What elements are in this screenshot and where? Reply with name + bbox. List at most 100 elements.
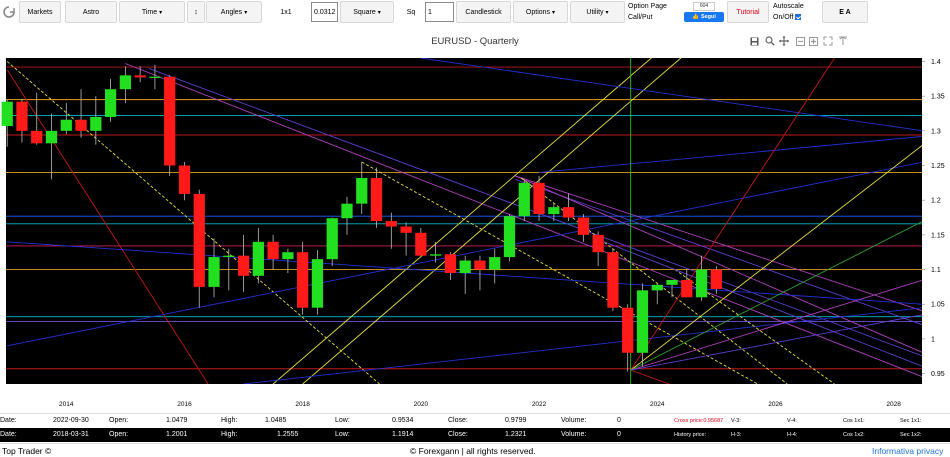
square-label: Square [353, 8, 376, 16]
pan-icon[interactable] [779, 36, 789, 46]
options-menu[interactable]: Options ▾ [513, 1, 568, 23]
open-label: Open: [109, 417, 129, 424]
x-tick-label: 2024 [650, 401, 665, 408]
candle-body [237, 255, 250, 276]
candle-body [415, 232, 427, 256]
x-tick-label: 2026 [768, 401, 783, 408]
chevron-down-icon: ▾ [377, 9, 381, 16]
candle-body [607, 252, 619, 308]
chevron-down-icon: ▾ [605, 9, 609, 16]
x-tick-label: 2020 [414, 401, 429, 408]
candle-body [489, 257, 501, 270]
sec-1x1-label: Sec 1x1: [900, 418, 922, 424]
v3-label: V-3: [731, 418, 741, 424]
candle-body [651, 284, 663, 291]
astro-menu[interactable]: Astro [65, 1, 117, 23]
y-tick-label: 1.3 [931, 128, 941, 135]
footer-brand: Top Trader © [2, 446, 52, 456]
facebook-follow-widget: 604 👍 Segui [684, 2, 724, 22]
updown-icon: ↕ [194, 8, 198, 16]
zoom-in-icon[interactable] [765, 36, 775, 46]
follow-label: Segui [700, 14, 716, 20]
y-tick-label: 1.2 [931, 198, 941, 205]
tutorial-button[interactable]: Tutorial [727, 1, 769, 23]
candlestick-chart[interactable]: 0.95 1 1.05 1.1 1.15 1.2 1.25 1.3 1.35 1.4 2014 20… [0, 56, 950, 412]
zoom-minus-icon[interactable] [795, 36, 805, 46]
candle-body [149, 76, 161, 78]
autoscale-checkbox[interactable] [794, 14, 801, 21]
candle-body [459, 260, 471, 274]
ratio-input[interactable] [311, 2, 338, 22]
utility-menu[interactable]: Utility ▾ [570, 1, 625, 23]
candle-body [16, 101, 28, 131]
sort-toggle-button[interactable]: ↕ [187, 1, 205, 23]
candle-body [400, 226, 412, 233]
candle-body [444, 254, 457, 274]
y-tick-label: 1.35 [931, 94, 945, 101]
markets-button[interactable]: Markets [19, 1, 61, 23]
follow-button[interactable]: 👍 Segui [684, 12, 724, 22]
x-tick-label: 2014 [59, 401, 74, 408]
high-value: 1.2555 [277, 431, 299, 438]
candle-body [1, 101, 13, 126]
candle-body [592, 234, 604, 253]
candle-body [341, 203, 353, 219]
candle-body [31, 130, 43, 144]
zoom-plus-icon[interactable] [808, 36, 818, 46]
high-label: High: [221, 417, 238, 424]
angles-menu[interactable]: Angles ▾ [206, 1, 262, 23]
close-label: Close: [448, 431, 468, 438]
hover-data-row: Date: 2022-09-30 Open: 1.0479 High: 1.04… [0, 413, 950, 427]
low-label: Low: [335, 431, 350, 438]
open-label: Open: [109, 431, 129, 438]
chevron-down-icon: ▾ [159, 9, 163, 16]
candle-body [297, 252, 309, 308]
candle-body [370, 177, 383, 221]
candle-body [164, 76, 176, 166]
candle-body [223, 255, 235, 258]
app-window: Markets Astro Time▾ ↕ Angles▾ 1x1 Square… [0, 0, 950, 457]
logo-refresh-icon[interactable] [1, 1, 17, 23]
volume-value: 0 [617, 431, 621, 438]
time-menu[interactable]: Time ▾ [119, 1, 185, 23]
chevron-down-icon: ▾ [244, 9, 248, 16]
candle-body [60, 119, 72, 131]
candle-body [75, 119, 87, 131]
y-tick-label: 0.95 [931, 371, 945, 378]
autoscale-label: Autoscale [773, 3, 804, 10]
reset-axes-icon[interactable] [838, 36, 848, 46]
sq-label: Sq [398, 1, 424, 23]
candle-body [636, 290, 649, 353]
angles-label: Angles [220, 8, 243, 16]
save-icon[interactable] [749, 36, 759, 46]
candlestick-button[interactable]: Candlestick [456, 1, 511, 23]
y-tick-label: 1.25 [931, 163, 945, 170]
autoscale-icon[interactable] [823, 36, 833, 46]
chart-area[interactable]: 0.95 1 1.05 1.1 1.15 1.2 1.25 1.3 1.35 1.4 2014 20… [0, 56, 950, 412]
ea-label: E A [839, 8, 851, 16]
open-value: 1.0479 [166, 417, 188, 424]
square-menu[interactable]: Square ▾ [340, 1, 394, 23]
footer-copyright: © Forexgann | all rights reserved. [410, 446, 536, 456]
open-value: 1.2001 [166, 431, 188, 438]
privacy-link[interactable]: Informativa privacy [872, 446, 943, 456]
ratio-label: 1x1 [272, 1, 300, 23]
candle-body [326, 218, 338, 260]
candle-body [666, 279, 678, 285]
call-put-label: Call/Put [628, 14, 653, 21]
candle-body [178, 165, 191, 194]
candle-body [356, 177, 368, 204]
high-value: 1.0485 [265, 417, 287, 424]
candle-body [710, 269, 722, 289]
ea-button[interactable]: E A [822, 1, 868, 23]
candle-body [134, 75, 146, 78]
volume-value: 0 [617, 417, 621, 424]
y-tick-label: 1.05 [931, 302, 945, 309]
option-page-link[interactable]: Option Page Call/Put [627, 1, 682, 23]
v4-label: V-4: [787, 418, 797, 424]
h3-label: H-3: [731, 432, 742, 438]
candle-body [695, 269, 708, 298]
sq-input[interactable] [425, 2, 454, 22]
h4-label: H-4: [787, 432, 798, 438]
autoscale-toggle[interactable]: Autoscale On/Off [772, 1, 816, 23]
